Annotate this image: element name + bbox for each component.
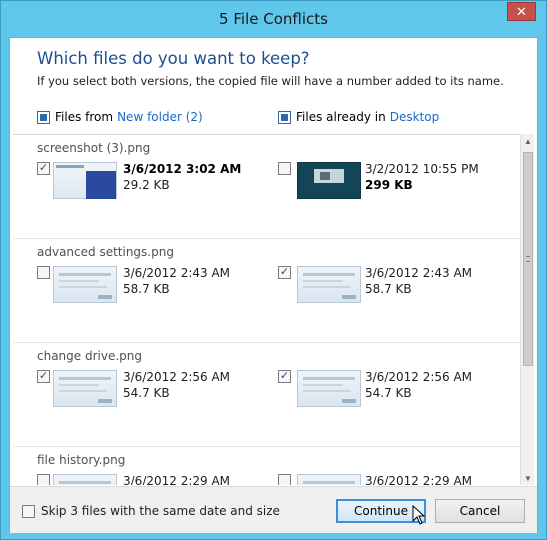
destination-file-info: 3/6/2012 2:43 AM 58.7 KB — [365, 265, 472, 297]
source-column-label: Files from — [55, 110, 114, 124]
source-file-size: 58.7 KB — [123, 282, 170, 296]
destination-file-size: 58.7 KB — [365, 282, 412, 296]
destination-file-info: 3/6/2012 2:29 AM — [365, 473, 472, 485]
conflict-list: screenshot (3).png ✓ 3/6/2012 3:02 AM 29… — [13, 134, 521, 485]
destination-file-date: 3/6/2012 2:56 AM — [365, 370, 473, 384]
source-file-date: 3/6/2012 2:29 AM — [123, 474, 231, 485]
skip-same-files-option[interactable]: Skip 3 files with the same date and size — [22, 504, 280, 518]
title-bar[interactable]: 5 File Conflicts ✕ — [1, 1, 546, 37]
conflict-group: change drive.png ✓ 3/6/2012 2:56 AM 54.7… — [13, 343, 521, 447]
source-file-info: 3/6/2012 3:02 AM 29.2 KB — [123, 161, 241, 193]
destination-file-thumbnail[interactable] — [297, 370, 361, 407]
destination-file-date: 3/2/2012 10:55 PM — [365, 162, 479, 176]
destination-file-size: 54.7 KB — [365, 386, 412, 400]
vertical-scrollbar[interactable]: ▲ ▼ — [520, 134, 534, 485]
source-file-date: 3/6/2012 3:02 AM — [123, 162, 242, 176]
dialog-footer: Skip 3 files with the same date and size… — [10, 486, 537, 533]
question-heading: Which files do you want to keep? — [37, 49, 310, 68]
select-all-destination[interactable]: Files already in Desktop — [278, 110, 439, 124]
destination-file-info: 3/2/2012 10:55 PM 299 KB — [365, 161, 479, 193]
destination-file-checkbox[interactable]: ✓ — [278, 370, 291, 383]
scroll-down-button[interactable]: ▼ — [521, 471, 535, 485]
source-file-date: 3/6/2012 2:56 AM — [123, 370, 231, 384]
file-name: advanced settings.png — [37, 245, 174, 259]
source-file-thumbnail[interactable] — [53, 162, 117, 199]
destination-file-info: 3/6/2012 2:56 AM 54.7 KB — [365, 369, 472, 401]
select-all-source-checkbox[interactable] — [37, 110, 50, 124]
destination-file-checkbox[interactable] — [278, 474, 291, 485]
destination-file-thumbnail[interactable] — [297, 266, 361, 303]
destination-file-checkbox[interactable] — [278, 162, 291, 175]
conflict-group: file history.png 3/6/2012 2:29 AM 3/6/20… — [13, 447, 521, 485]
source-file-size: 54.7 KB — [123, 386, 170, 400]
destination-file-size: 299 KB — [365, 178, 413, 192]
scroll-thumb[interactable] — [523, 152, 533, 366]
file-name: file history.png — [37, 453, 126, 467]
destination-file-date: 3/6/2012 2:29 AM — [365, 474, 473, 485]
cancel-button[interactable]: Cancel — [435, 499, 525, 523]
source-file-info: 3/6/2012 2:56 AM 54.7 KB — [123, 369, 230, 401]
source-file-checkbox[interactable] — [37, 474, 50, 485]
file-name: change drive.png — [37, 349, 142, 363]
conflict-group: advanced settings.png 3/6/2012 2:43 AM 5… — [13, 239, 521, 343]
scroll-up-button[interactable]: ▲ — [521, 134, 535, 148]
source-file-date: 3/6/2012 2:43 AM — [123, 266, 231, 280]
destination-file-thumbnail[interactable] — [297, 162, 361, 199]
window-title: 5 File Conflicts — [219, 10, 328, 28]
destination-column-label: Files already in — [296, 110, 386, 124]
dialog-header: Which files do you want to keep? If you … — [37, 49, 527, 88]
file-conflicts-dialog: 5 File Conflicts ✕ Which files do you wa… — [0, 0, 547, 540]
source-file-thumbnail[interactable] — [53, 266, 117, 303]
chevron-up-icon: ▲ — [524, 136, 532, 146]
destination-file-date: 3/6/2012 2:43 AM — [365, 266, 473, 280]
close-icon: ✕ — [516, 3, 527, 19]
instruction-text: If you select both versions, the copied … — [37, 74, 504, 88]
source-folder-link[interactable]: New folder (2) — [117, 110, 203, 124]
destination-folder-link[interactable]: Desktop — [390, 110, 440, 124]
source-file-checkbox[interactable] — [37, 266, 50, 279]
destination-file-checkbox[interactable]: ✓ — [278, 266, 291, 279]
source-file-checkbox[interactable]: ✓ — [37, 162, 50, 175]
skip-same-files-label: Skip 3 files with the same date and size — [41, 504, 280, 518]
skip-same-files-checkbox[interactable] — [22, 504, 35, 518]
dialog-content: Which files do you want to keep? If you … — [9, 37, 538, 533]
source-file-thumbnail[interactable] — [53, 370, 117, 407]
mouse-pointer-icon — [412, 505, 426, 525]
source-file-checkbox[interactable]: ✓ — [37, 370, 50, 383]
grip-icon — [526, 256, 530, 262]
source-file-thumbnail[interactable] — [53, 474, 117, 485]
file-name: screenshot (3).png — [37, 141, 151, 155]
source-file-info: 3/6/2012 2:29 AM — [123, 473, 230, 485]
close-button[interactable]: ✕ — [507, 2, 536, 21]
select-all-destination-checkbox[interactable] — [278, 110, 291, 124]
source-file-size: 29.2 KB — [123, 178, 170, 192]
source-file-info: 3/6/2012 2:43 AM 58.7 KB — [123, 265, 230, 297]
destination-file-thumbnail[interactable] — [297, 474, 361, 485]
conflict-group: screenshot (3).png ✓ 3/6/2012 3:02 AM 29… — [13, 135, 521, 239]
select-all-source[interactable]: Files from New folder (2) — [37, 110, 203, 124]
chevron-down-icon: ▼ — [524, 473, 532, 483]
